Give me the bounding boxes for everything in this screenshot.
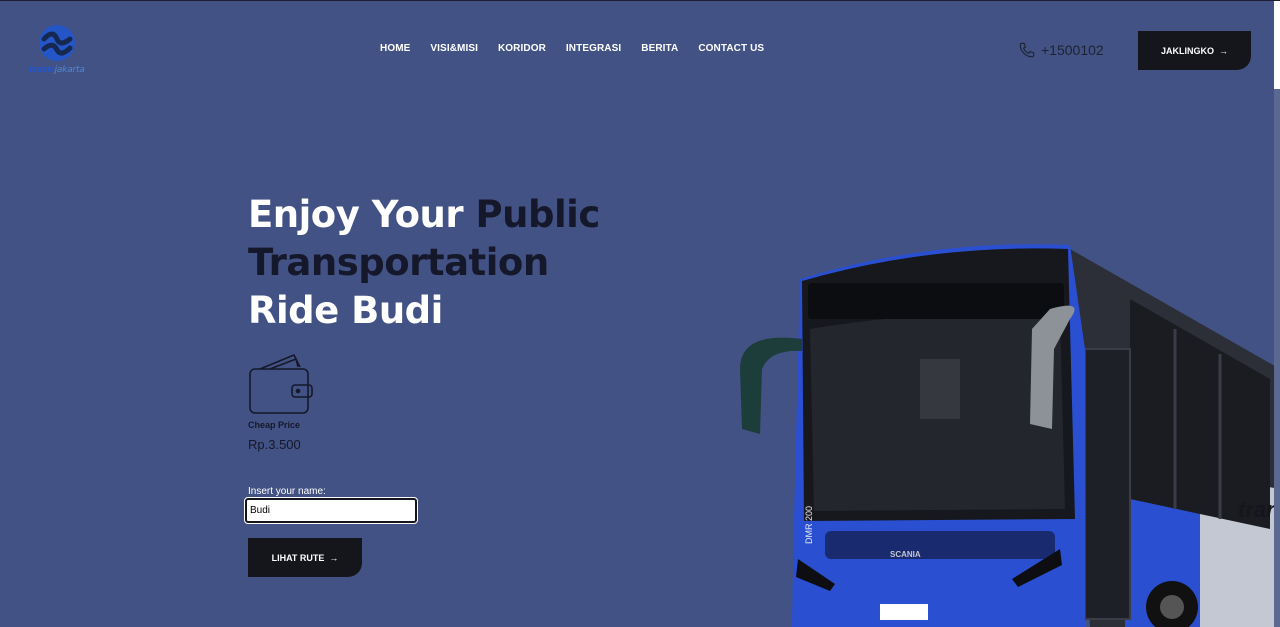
hero-title-line1a: Enjoy Your xyxy=(248,193,476,236)
arrow-right-icon: → xyxy=(1219,45,1228,56)
feature-price: Rp.3.500 xyxy=(248,437,301,452)
name-input[interactable] xyxy=(244,497,418,524)
nav-koridor[interactable]: KORIDOR xyxy=(498,43,546,54)
feature-label: Cheap Price xyxy=(248,420,301,430)
nav-contact-us[interactable]: CONTACT US xyxy=(698,43,764,54)
phone-number: +1500102 xyxy=(1041,42,1104,58)
nav-visi-misi[interactable]: VISI&MISI xyxy=(430,43,478,54)
hero-title: Enjoy Your Public Transportation Ride Bu… xyxy=(248,191,600,335)
hero-title-line3: Ride Budi xyxy=(248,289,443,332)
name-label: Insert your name: xyxy=(248,486,326,497)
bus-code: DMR 200 xyxy=(804,506,814,544)
transjakarta-logo-icon xyxy=(39,25,75,61)
lihat-rute-button[interactable]: LIHAT RUTE → xyxy=(248,538,362,577)
scrollbar[interactable] xyxy=(1274,1,1280,627)
logo[interactable]: transjakarta xyxy=(29,23,89,79)
bus-brand: SCANIA xyxy=(890,550,921,559)
phone-icon xyxy=(1019,42,1035,58)
arrow-right-icon: → xyxy=(329,552,339,563)
nav-integrasi[interactable]: INTEGRASI xyxy=(566,43,621,54)
main-nav: HOME VISI&MISI KORIDOR INTEGRASI BERITA … xyxy=(370,43,774,54)
wallet-icon xyxy=(249,354,313,414)
phone-contact[interactable]: +1500102 xyxy=(1018,41,1104,59)
nav-home[interactable]: HOME xyxy=(380,43,410,54)
scrollbar-thumb[interactable] xyxy=(1274,1,1280,89)
logo-wordmark: transjakarta xyxy=(29,65,85,75)
hero-title-line1b: Public xyxy=(475,193,601,236)
bus-image: trans DMR 200 SCANIA xyxy=(740,244,1280,627)
jaklingko-button[interactable]: JAKLINGKO → xyxy=(1138,31,1251,70)
lihat-rute-label: LIHAT RUTE xyxy=(271,552,325,563)
hero-title-line2: Transportation xyxy=(248,241,549,284)
nav-berita[interactable]: BERITA xyxy=(641,43,678,54)
jaklingko-label: JAKLINGKO xyxy=(1160,45,1214,56)
